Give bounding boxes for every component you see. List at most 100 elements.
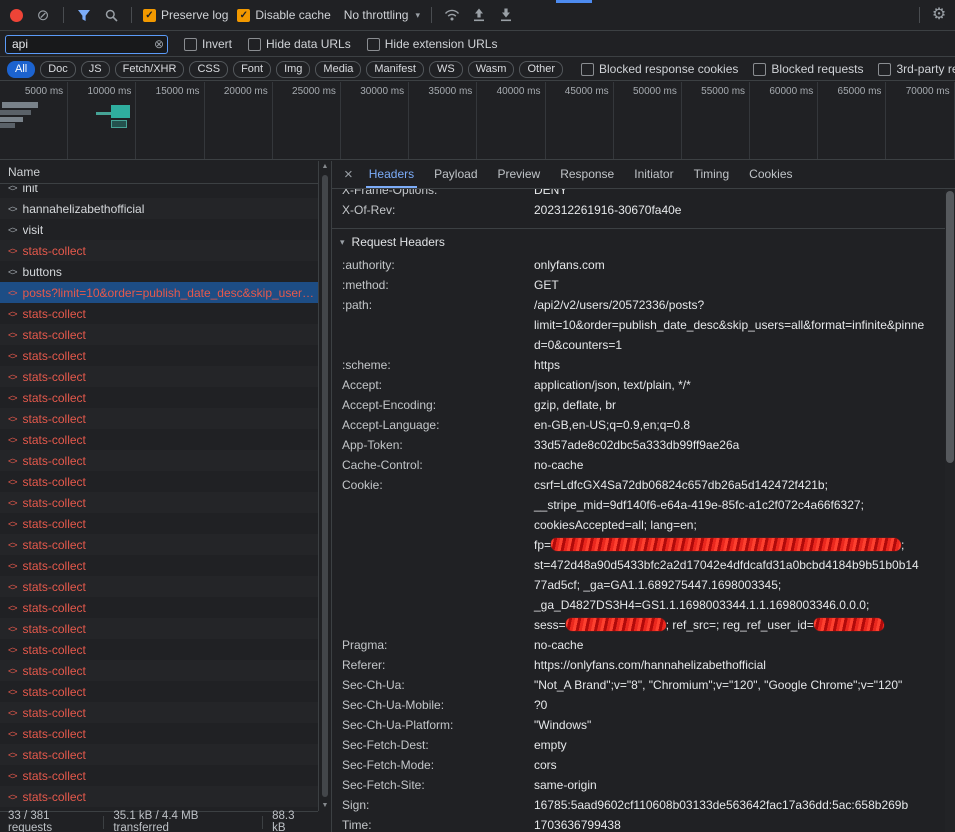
request-row[interactable]: <>stats-collect	[0, 702, 318, 723]
request-row[interactable]: <>stats-collect	[0, 408, 318, 429]
request-row[interactable]: <>stats-collect	[0, 597, 318, 618]
filter-chip-media[interactable]: Media	[315, 61, 361, 78]
filter-chip-fetch-xhr[interactable]: Fetch/XHR	[115, 61, 185, 78]
export-har-button[interactable]	[470, 6, 488, 24]
disable-cache-checkbox[interactable]: ✓Disable cache	[237, 8, 330, 22]
tab-payload[interactable]: Payload	[424, 161, 487, 188]
network-conditions-button[interactable]	[443, 6, 461, 24]
filter-chip-doc[interactable]: Doc	[40, 61, 76, 78]
request-row[interactable]: <>stats-collect	[0, 240, 318, 261]
download-icon	[500, 8, 512, 22]
tab-cookies[interactable]: Cookies	[739, 161, 802, 188]
request-row[interactable]: <>visit	[0, 219, 318, 240]
blocked-response-cookies-checkbox-box[interactable]	[581, 63, 594, 76]
hide-extension-urls-checkbox-box[interactable]	[367, 38, 380, 51]
requests-scrollbar[interactable]: ▲ ▼	[318, 161, 331, 811]
request-row[interactable]: <>stats-collect	[0, 618, 318, 639]
request-row[interactable]: <>stats-collect	[0, 723, 318, 744]
request-row[interactable]: <>stats-collect	[0, 345, 318, 366]
filter-chip-img[interactable]: Img	[276, 61, 310, 78]
tab-response[interactable]: Response	[550, 161, 624, 188]
request-row[interactable]: <>posts?limit=10&order=publish_date_desc…	[0, 282, 318, 303]
network-filter-bar: ⊗ Invert Hide data URLs Hide extension URL…	[0, 32, 955, 57]
filter-chip-css[interactable]: CSS	[189, 61, 228, 78]
close-details-icon[interactable]: ×	[344, 167, 353, 182]
toolbar-divider	[431, 7, 432, 23]
filter-chip-wasm[interactable]: Wasm	[468, 61, 515, 78]
3rd-party-requests-checkbox[interactable]: 3rd-party requests	[878, 62, 955, 76]
request-row[interactable]: <>stats-collect	[0, 450, 318, 471]
request-type-icon: <>	[8, 561, 17, 571]
invert-checkbox[interactable]: Invert	[184, 37, 232, 51]
details-scrollbar[interactable]	[945, 189, 955, 832]
hide-extension-urls-checkbox[interactable]: Hide extension URLs	[367, 37, 498, 51]
header-row: Cookie:csrf=LdfcGX4Sa72db06824c657db26a5…	[332, 475, 945, 635]
header-value: 202312261916-30670fa40e	[534, 200, 945, 220]
throttling-select[interactable]: No throttling ▾	[344, 8, 420, 22]
3rd-party-requests-checkbox-box[interactable]	[878, 63, 891, 76]
request-row[interactable]: <>stats-collect	[0, 744, 318, 765]
request-row[interactable]: <>stats-collect	[0, 765, 318, 786]
name-column-header[interactable]: Name	[0, 161, 318, 184]
request-row[interactable]: <>stats-collect	[0, 681, 318, 702]
filter-input[interactable]	[12, 37, 149, 51]
request-row[interactable]: <>stats-collect	[0, 429, 318, 450]
request-name: stats-collect	[23, 517, 86, 531]
filter-toggle-button[interactable]	[75, 6, 93, 24]
header-name: Time:	[332, 815, 534, 832]
blocked-response-cookies-checkbox[interactable]: Blocked response cookies	[581, 62, 738, 76]
filter-chip-manifest[interactable]: Manifest	[366, 61, 424, 78]
request-row[interactable]: <>stats-collect	[0, 366, 318, 387]
filter-chip-js[interactable]: JS	[81, 61, 110, 78]
filter-chip-ws[interactable]: WS	[429, 61, 463, 78]
blocked-requests-checkbox-box[interactable]	[753, 63, 766, 76]
preserve-log-checkbox-box[interactable]: ✓	[143, 9, 156, 22]
tab-initiator[interactable]: Initiator	[624, 161, 683, 188]
search-button[interactable]	[102, 6, 120, 24]
disable-cache-checkbox-box[interactable]: ✓	[237, 9, 250, 22]
request-row[interactable]: <>buttons	[0, 261, 318, 282]
filter-chip-all[interactable]: All	[7, 61, 35, 78]
hide-data-urls-checkbox[interactable]: Hide data URLs	[248, 37, 351, 51]
record-button[interactable]	[7, 6, 25, 24]
preserve-log-checkbox[interactable]: ✓Preserve log	[143, 8, 228, 22]
request-row[interactable]: <>stats-collect	[0, 660, 318, 681]
clear-filter-icon[interactable]: ⊗	[154, 38, 164, 50]
request-row[interactable]: <>stats-collect	[0, 513, 318, 534]
request-row[interactable]: <>stats-collect	[0, 303, 318, 324]
request-row[interactable]: <>stats-collect	[0, 786, 318, 807]
scrollbar-thumb[interactable]	[946, 191, 954, 463]
header-value: onlyfans.com	[534, 255, 945, 275]
blocked-requests-checkbox[interactable]: Blocked requests	[753, 62, 863, 76]
filter-chip-font[interactable]: Font	[233, 61, 271, 78]
header-name: Cookie:	[332, 475, 534, 635]
request-row[interactable]: <>stats-collect	[0, 639, 318, 660]
scroll-up-icon[interactable]: ▲	[319, 163, 331, 170]
network-overview-timeline[interactable]: 5000 ms10000 ms15000 ms20000 ms25000 ms3…	[0, 82, 955, 160]
settings-button[interactable]: ⚙	[930, 6, 948, 24]
hide-data-urls-checkbox-box[interactable]	[248, 38, 261, 51]
filter-chip-other[interactable]: Other	[519, 61, 563, 78]
request-type-icon: <>	[8, 750, 17, 760]
header-value: https://onlyfans.com/hannahelizabethoffi…	[534, 655, 945, 675]
request-headers-section[interactable]: ▾Request Headers	[332, 228, 945, 255]
request-row[interactable]: <>stats-collect	[0, 324, 318, 345]
invert-checkbox-box[interactable]	[184, 38, 197, 51]
scrollbar-thumb[interactable]	[322, 175, 328, 797]
request-row[interactable]: <>stats-collect	[0, 576, 318, 597]
tab-headers[interactable]: Headers	[359, 161, 424, 188]
clear-button[interactable]: ⊘	[34, 6, 52, 24]
request-row[interactable]: <>hannahelizabethofficial	[0, 198, 318, 219]
request-row[interactable]: <>stats-collect	[0, 492, 318, 513]
scroll-down-icon[interactable]: ▼	[319, 802, 331, 809]
request-row[interactable]: <>stats-collect	[0, 471, 318, 492]
tab-timing[interactable]: Timing	[684, 161, 740, 188]
waterfall-bar	[0, 123, 15, 128]
tab-preview[interactable]: Preview	[488, 161, 551, 188]
request-row[interactable]: <>stats-collect	[0, 534, 318, 555]
import-har-button[interactable]	[497, 6, 515, 24]
request-row[interactable]: <>stats-collect	[0, 387, 318, 408]
request-row[interactable]: <>stats-collect	[0, 555, 318, 576]
network-summary-bar: 33 / 381 requests 35.1 kB / 4.4 MB trans…	[0, 811, 318, 832]
request-row[interactable]: <>init	[0, 185, 318, 198]
